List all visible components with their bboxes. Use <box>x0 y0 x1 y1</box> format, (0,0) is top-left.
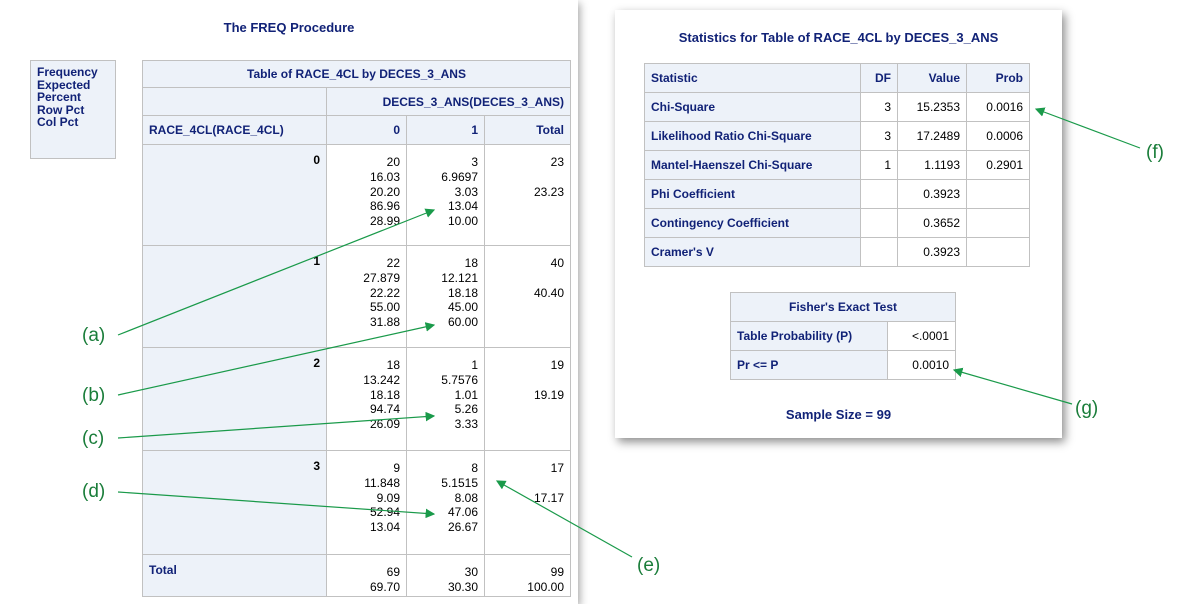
callout-arrow-b <box>117 322 436 396</box>
callout-label-c: (c) <box>82 428 105 449</box>
callout-label-a: (a) <box>82 325 106 346</box>
callout-arrow-f <box>1034 107 1141 149</box>
callout-label-f: (f) <box>1146 142 1164 163</box>
callout-label-e: (e) <box>637 555 661 576</box>
callout-label-d: (d) <box>82 481 106 502</box>
callout-arrow-a <box>117 208 436 336</box>
callout-arrow-c <box>117 411 436 439</box>
callout-label-g: (g) <box>1075 398 1099 419</box>
callout-arrow-g <box>952 367 1073 405</box>
callout-label-b: (b) <box>82 385 106 406</box>
callout-arrow-e <box>495 480 633 558</box>
callout-arrows <box>117 107 1141 558</box>
callout-arrow-d <box>117 491 436 519</box>
